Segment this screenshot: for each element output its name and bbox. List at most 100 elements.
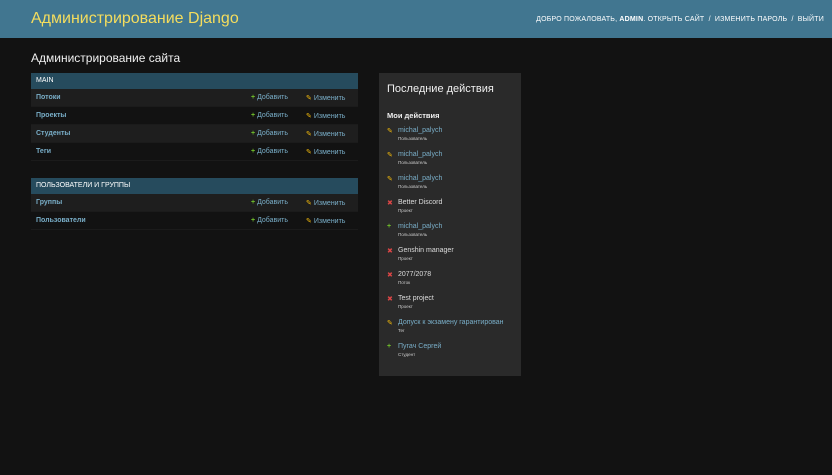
change-label: Изменить — [313, 130, 346, 138]
change-label: Изменить — [313, 112, 346, 120]
model-row: Пользователи + Добавить ✎ Изменить — [31, 212, 358, 230]
recent-action-name: Test project — [398, 295, 434, 302]
add-label: Добавить — [257, 112, 289, 119]
add-link[interactable]: + Добавить — [251, 148, 306, 155]
recent-action-name: Genshin manager — [398, 247, 454, 254]
recent-action-type: Проект — [398, 256, 413, 261]
view-site-link[interactable]: ОТКРЫТЬ САЙТ — [648, 16, 705, 23]
change-password-link[interactable]: ИЗМЕНИТЬ ПАРОЛЬ — [715, 16, 787, 23]
pencil-icon: ✎ — [306, 130, 312, 138]
recent-action-name[interactable]: michal_palych — [398, 175, 442, 182]
add-link[interactable]: + Добавить — [251, 130, 306, 137]
recent-action-type: Пользователь — [398, 160, 428, 165]
change-link[interactable]: ✎ Изменить — [306, 199, 358, 207]
recent-action-item: ✎ michal_palych Пользователь — [387, 175, 521, 199]
separator: / — [708, 15, 711, 23]
recent-action-item: ✎ michal_palych Пользователь — [387, 151, 521, 175]
plus-icon: + — [251, 130, 256, 137]
pencil-icon: ✎ — [387, 176, 393, 183]
plus-icon: + — [251, 217, 256, 224]
model-link[interactable]: Группы — [31, 199, 251, 206]
recent-action-item: + Пугач Сергей Студент — [387, 343, 521, 367]
model-row: Теги + Добавить ✎ Изменить — [31, 143, 358, 161]
recent-action-item: ✎ michal_palych Пользователь — [387, 127, 521, 151]
my-actions-title: Мои действия — [387, 111, 440, 120]
pencil-icon: ✎ — [387, 320, 393, 327]
separator: / — [791, 15, 794, 23]
add-link[interactable]: + Добавить — [251, 217, 306, 224]
add-label: Добавить — [257, 130, 289, 137]
change-link[interactable]: ✎ Изменить — [306, 112, 358, 120]
recent-actions-title: Последние действия — [387, 83, 494, 95]
plus-icon: + — [251, 112, 256, 119]
app-module-main: MAIN Потоки + Добавить ✎ Изменить Проекты + Доба… — [31, 73, 358, 161]
recent-action-name[interactable]: michal_palych — [398, 151, 442, 158]
recent-action-item: ✖ Genshin manager Проект — [387, 247, 521, 271]
delete-icon: ✖ — [387, 272, 393, 279]
model-row: Проекты + Добавить ✎ Изменить — [31, 107, 358, 125]
change-link[interactable]: ✎ Изменить — [306, 130, 358, 138]
app-caption[interactable]: MAIN — [31, 73, 358, 89]
pencil-icon: ✎ — [387, 128, 393, 135]
logout-link[interactable]: ВЫЙТИ — [798, 16, 824, 23]
recent-action-name[interactable]: Пугач Сергей — [398, 343, 441, 350]
pencil-icon: ✎ — [306, 199, 312, 207]
add-link[interactable]: + Добавить — [251, 199, 306, 206]
recent-action-type: Тег — [398, 328, 405, 333]
recent-action-type: Поток — [398, 280, 411, 285]
recent-action-item: ✎ Допуск к экзамену гарантирован Тег — [387, 319, 521, 343]
delete-icon: ✖ — [387, 296, 393, 303]
add-label: Добавить — [257, 199, 289, 206]
add-link[interactable]: + Добавить — [251, 112, 306, 119]
pencil-icon: ✎ — [306, 94, 312, 102]
add-label: Добавить — [257, 148, 289, 155]
change-label: Изменить — [313, 217, 346, 225]
model-link[interactable]: Проекты — [31, 112, 251, 119]
pencil-icon: ✎ — [306, 148, 312, 156]
model-link[interactable]: Теги — [31, 148, 251, 155]
change-label: Изменить — [313, 94, 346, 102]
recent-action-type: Проект — [398, 304, 413, 309]
add-link[interactable]: + Добавить — [251, 94, 306, 101]
change-link[interactable]: ✎ Изменить — [306, 94, 358, 102]
recent-action-name[interactable]: michal_palych — [398, 223, 442, 230]
app-caption[interactable]: ПОЛЬЗОВАТЕЛИ И ГРУППЫ — [31, 178, 358, 194]
page-title: Администрирование сайта — [31, 51, 181, 65]
model-link[interactable]: Студенты — [31, 130, 251, 137]
plus-icon: + — [251, 94, 256, 101]
welcome-text: ДОБРО ПОЖАЛОВАТЬ, — [536, 15, 618, 23]
app-module-auth: ПОЛЬЗОВАТЕЛИ И ГРУППЫ Группы + Добавить ✎ Изм… — [31, 178, 358, 230]
recent-actions-panel: Последние действия Мои действия ✎ michal_… — [379, 73, 521, 376]
user-tools: ДОБРО ПОЖАЛОВАТЬ, ADMIN. ОТКРЫТЬ САЙТ / … — [536, 15, 824, 23]
pencil-icon: ✎ — [387, 152, 393, 159]
content: Администрирование сайта — [0, 38, 832, 77]
model-link[interactable]: Потоки — [31, 94, 251, 101]
pencil-icon: ✎ — [306, 217, 312, 225]
change-label: Изменить — [313, 199, 346, 207]
recent-action-item: ✖ Test project Проект — [387, 295, 521, 319]
plus-icon: + — [251, 148, 256, 155]
username: ADMIN — [619, 15, 644, 23]
pencil-icon: ✎ — [306, 112, 312, 120]
recent-action-type: Студент — [398, 352, 416, 357]
recent-action-item: + michal_palych Пользователь — [387, 223, 521, 247]
recent-action-item: ✖ Better Discord Проект — [387, 199, 521, 223]
delete-icon: ✖ — [387, 248, 393, 255]
model-row: Студенты + Добавить ✎ Изменить — [31, 125, 358, 143]
change-link[interactable]: ✎ Изменить — [306, 217, 358, 225]
recent-action-type: Пользователь — [398, 184, 428, 189]
add-label: Добавить — [257, 217, 289, 224]
plus-icon: + — [387, 223, 392, 230]
delete-icon: ✖ — [387, 200, 393, 207]
plus-icon: + — [387, 343, 392, 350]
recent-actions-list: ✎ michal_palych Пользователь ✎ michal_palych… — [379, 127, 521, 367]
recent-action-name[interactable]: Допуск к экзамену гарантирован — [398, 319, 504, 326]
recent-action-type: Проект — [398, 208, 413, 213]
recent-action-name[interactable]: michal_palych — [398, 127, 442, 134]
change-link[interactable]: ✎ Изменить — [306, 148, 358, 156]
add-label: Добавить — [257, 94, 289, 101]
change-label: Изменить — [313, 148, 346, 156]
recent-action-type: Пользователь — [398, 136, 428, 141]
site-branding[interactable]: Администрирование Django — [31, 10, 239, 28]
model-link[interactable]: Пользователи — [31, 217, 251, 224]
